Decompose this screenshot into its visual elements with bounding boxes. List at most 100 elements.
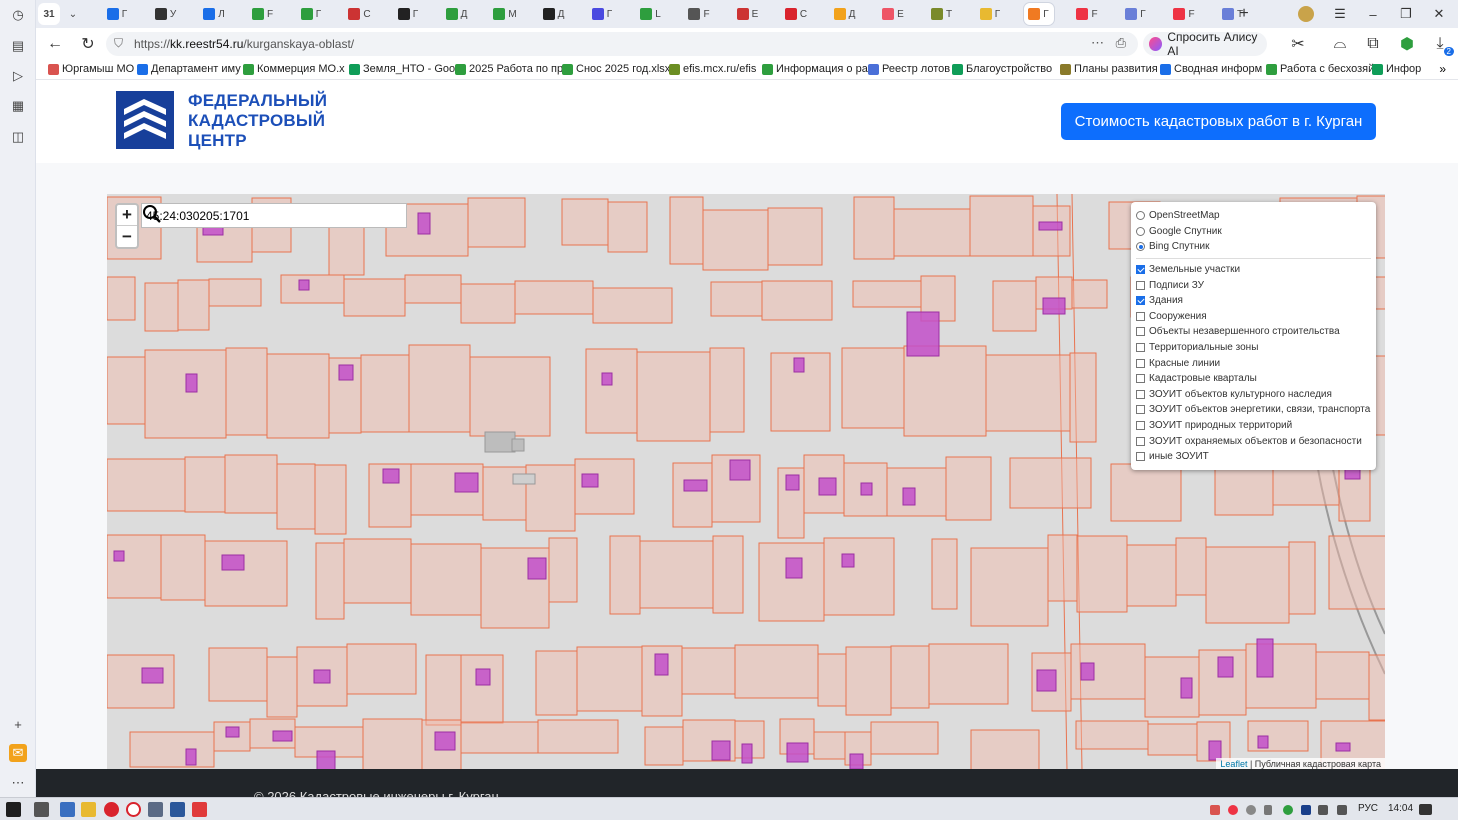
land-parcel[interactable] (767, 207, 823, 266)
tray-icon-2[interactable] (1228, 805, 1238, 815)
tray-icon-6[interactable] (1301, 805, 1311, 815)
bookmarks-overflow-icon[interactable]: » (1439, 62, 1446, 76)
checkbox-icon[interactable] (1136, 358, 1145, 368)
extensions-icon[interactable]: ✂ (1288, 34, 1308, 54)
tab-list-dropdown[interactable]: ⌄ (64, 3, 82, 25)
bookmark-item[interactable]: Департамент иму (137, 63, 241, 75)
menu-button[interactable]: ☰ (1326, 4, 1354, 24)
building[interactable] (272, 730, 293, 742)
word-icon[interactable] (170, 802, 185, 817)
land-parcel[interactable] (969, 195, 1034, 257)
land-parcel[interactable] (945, 456, 992, 521)
land-parcel[interactable] (681, 647, 736, 695)
overlay-layer-option[interactable]: ЗОУИТ объектов культурного наследия (1136, 387, 1376, 403)
network-icon[interactable] (1318, 805, 1328, 815)
vpn-icon[interactable]: ⬢ (1397, 34, 1417, 54)
land-parcel[interactable] (890, 645, 930, 709)
browser-tab[interactable]: Г (587, 3, 617, 25)
browser-tab[interactable]: Г (393, 3, 423, 25)
land-parcel[interactable] (823, 537, 895, 616)
calendar-icon[interactable]: ▦ (9, 97, 27, 115)
url-field[interactable]: ⛉ https://kk.reestr54.ru/kurganskaya-obl… (106, 32, 1138, 56)
land-parcel[interactable] (425, 654, 462, 726)
land-parcel[interactable] (1368, 654, 1385, 721)
building[interactable] (185, 748, 197, 766)
building[interactable] (785, 557, 803, 579)
tray-icon-4[interactable] (1264, 805, 1272, 815)
land-parcel[interactable] (548, 537, 578, 603)
land-parcel[interactable] (225, 347, 268, 436)
checkbox-icon[interactable] (1136, 265, 1145, 275)
start-icon[interactable] (6, 802, 21, 817)
land-parcel[interactable] (266, 656, 298, 718)
land-parcel[interactable] (1328, 535, 1385, 610)
downloads-button[interactable]: ⤓ 2 (1430, 34, 1454, 56)
land-parcel[interactable] (585, 348, 638, 434)
close-window-button[interactable]: ✕ (1425, 4, 1453, 24)
building[interactable] (711, 740, 731, 761)
building[interactable] (1080, 662, 1095, 681)
land-parcel[interactable] (853, 196, 895, 260)
land-parcel[interactable] (852, 280, 922, 308)
overlay-layer-option[interactable]: Сооружения (1136, 309, 1376, 325)
building[interactable] (225, 726, 240, 738)
profile-avatar[interactable] (1292, 4, 1320, 24)
bookmark-item[interactable]: Планы развития (1060, 63, 1158, 75)
checkbox-icon[interactable] (1136, 405, 1145, 415)
browser-tab[interactable]: Г (975, 3, 1005, 25)
land-parcel[interactable] (144, 349, 227, 439)
collections-toolbar-icon[interactable]: ⧉ (1363, 34, 1383, 54)
checkbox-icon[interactable] (1136, 389, 1145, 399)
checkbox-icon[interactable] (1136, 436, 1145, 446)
browser-tab[interactable]: Е (733, 3, 763, 25)
add-panel-icon[interactable]: + (9, 715, 27, 733)
land-parcel[interactable] (1147, 723, 1198, 756)
building[interactable] (654, 653, 669, 676)
land-parcel[interactable] (845, 646, 892, 716)
new-tab-button[interactable]: + (1230, 4, 1258, 24)
checkbox-icon[interactable] (1136, 452, 1145, 462)
clock[interactable]: 14:04 (1388, 803, 1413, 814)
land-parcel[interactable] (576, 646, 643, 712)
tab-calendar[interactable]: 31 (38, 3, 60, 25)
land-parcel[interactable] (561, 198, 609, 246)
building[interactable] (417, 212, 431, 235)
radio-icon[interactable] (1136, 226, 1145, 236)
browser-tab[interactable]: F (1072, 3, 1102, 25)
building[interactable] (860, 482, 873, 496)
land-parcel[interactable] (360, 354, 410, 433)
browser-tab[interactable]: С (345, 3, 375, 25)
building[interactable] (1038, 221, 1063, 231)
bookmark-item[interactable]: 2025 Работа по пр (455, 63, 563, 75)
building[interactable] (313, 669, 331, 684)
land-parcel[interactable] (280, 274, 345, 304)
opera-icon[interactable] (104, 802, 119, 817)
reload-button[interactable]: ↻ (78, 34, 98, 54)
building[interactable] (382, 468, 400, 484)
volume-icon[interactable] (1337, 805, 1347, 815)
building[interactable] (221, 554, 245, 571)
bookmark-item[interactable]: Информация о ра (762, 63, 868, 75)
overlay-layer-option[interactable]: Подписи ЗУ (1136, 277, 1376, 293)
pdf-app-icon[interactable] (192, 802, 207, 817)
land-parcel[interactable] (710, 281, 763, 317)
bookmark-item[interactable]: Сводная информ (1160, 63, 1262, 75)
checkbox-icon[interactable] (1136, 374, 1145, 384)
bookmark-item[interactable]: Благоустройство (952, 63, 1052, 75)
browser-tab[interactable]: Л (199, 3, 229, 25)
land-parcel[interactable] (903, 345, 987, 437)
building[interactable] (906, 311, 940, 357)
overlay-layer-option[interactable]: Здания (1136, 293, 1376, 309)
zoom-out-button[interactable]: − (117, 226, 137, 247)
bookmark-item[interactable]: efis.mcx.ru/efis (669, 63, 756, 75)
bookmark-item[interactable]: Инфор (1372, 63, 1421, 75)
base-layer-option[interactable]: Google Спутник (1136, 224, 1376, 240)
yandex-browser-icon[interactable] (148, 802, 163, 817)
overlay-layer-option[interactable]: Земельные участки (1136, 262, 1376, 278)
building[interactable] (527, 557, 547, 580)
browser-tab[interactable]: Д (539, 3, 569, 25)
browser-tab[interactable]: F (248, 3, 278, 25)
overlay-layer-option[interactable]: ЗОУИТ объектов энергетики, связи, трансп… (1136, 402, 1376, 418)
land-parcel[interactable] (343, 538, 412, 604)
building[interactable] (793, 357, 805, 373)
